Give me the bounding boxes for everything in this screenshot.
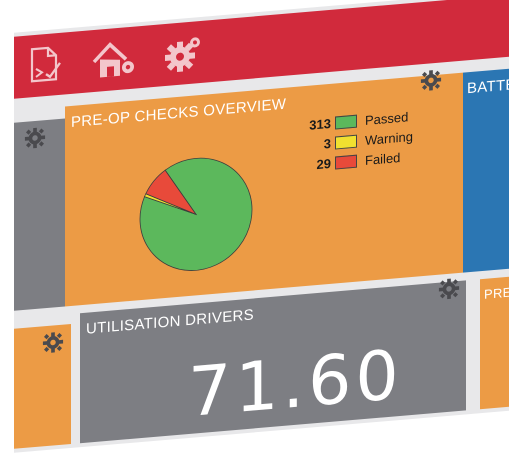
battery-tile[interactable]: BATTE — [463, 66, 509, 273]
legend-count: 313 — [309, 115, 331, 133]
legend-count: 3 — [323, 135, 331, 152]
settings-icon[interactable] — [162, 31, 204, 77]
pie-chart — [139, 157, 253, 271]
dashboard: PRE-OP CHECKS OVERVIEW 313 Passed 3 Warn… — [0, 0, 509, 453]
gear-icon[interactable] — [438, 277, 460, 301]
tile-title: UTILISATION DRIVERS — [86, 306, 254, 338]
tile-title: PRE — [484, 284, 509, 302]
tile-title: BATTE — [467, 76, 509, 98]
legend-count: 29 — [316, 155, 331, 173]
left-partial-tile[interactable] — [14, 118, 65, 311]
legend-swatch — [335, 134, 357, 150]
legend-swatch — [335, 114, 357, 130]
preop-checks-tile[interactable]: PRE-OP CHECKS OVERVIEW 313 Passed 3 Warn… — [65, 70, 463, 307]
gear-icon[interactable] — [24, 126, 46, 150]
checklist-icon[interactable] — [24, 42, 66, 88]
legend-label: Failed — [365, 149, 401, 168]
legend-label: Passed — [365, 109, 409, 128]
legend-label: Warning — [365, 128, 413, 148]
legend-swatch — [335, 154, 357, 170]
gear-icon[interactable] — [42, 331, 64, 355]
left-bottom-tile[interactable] — [14, 323, 71, 449]
utilisation-value: 71.60 — [188, 335, 403, 434]
legend-item-failed: 29 Failed — [301, 149, 401, 173]
right-partial-tile[interactable]: PRE — [480, 274, 509, 410]
gear-icon[interactable] — [420, 68, 442, 92]
home-settings-icon[interactable] — [90, 37, 134, 83]
